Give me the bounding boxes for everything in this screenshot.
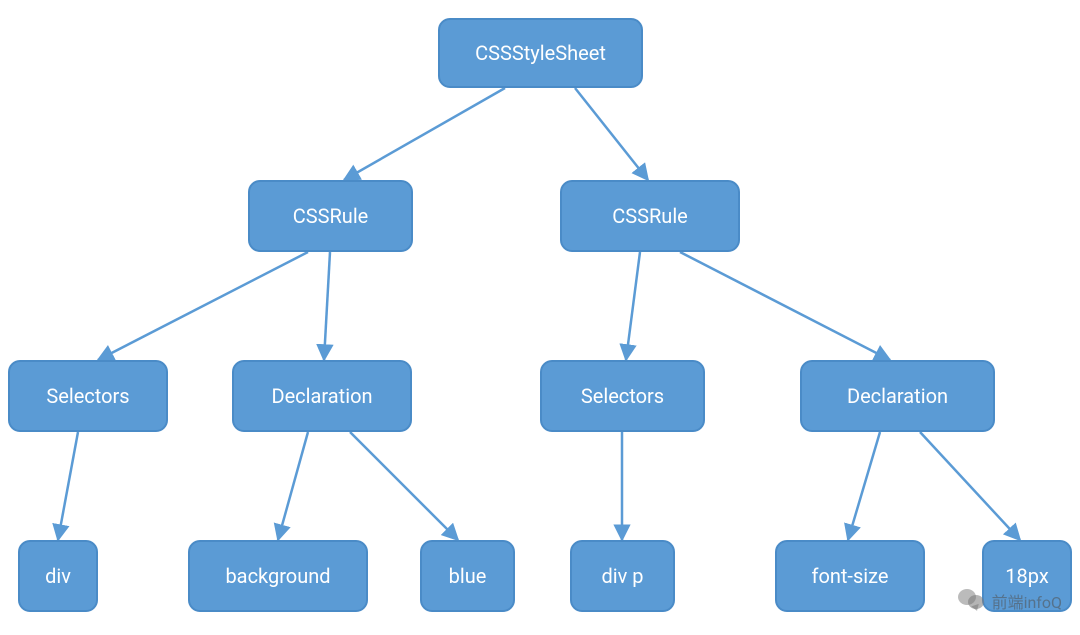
node-leaf-blue: blue — [420, 540, 515, 612]
wechat-icon — [958, 589, 986, 613]
watermark: 前端infoQ — [958, 589, 1062, 613]
watermark-text: 前端infoQ — [992, 589, 1062, 613]
node-cssrule-2: CSSRule — [560, 180, 740, 252]
node-selectors-2: Selectors — [540, 360, 705, 432]
node-cssrule-1: CSSRule — [248, 180, 413, 252]
node-declaration-2: Declaration — [800, 360, 995, 432]
node-declaration-1: Declaration — [232, 360, 412, 432]
node-cssstylesheet: CSSStyleSheet — [438, 18, 643, 88]
diagram-edges — [0, 0, 1080, 635]
node-leaf-fontsize: font-size — [775, 540, 925, 612]
node-leaf-background: background — [188, 540, 368, 612]
node-leaf-div: div — [18, 540, 98, 612]
diagram-canvas: CSSStyleSheet CSSRule CSSRule Selectors … — [0, 0, 1080, 635]
node-leaf-divp: div p — [570, 540, 675, 612]
node-selectors-1: Selectors — [8, 360, 168, 432]
